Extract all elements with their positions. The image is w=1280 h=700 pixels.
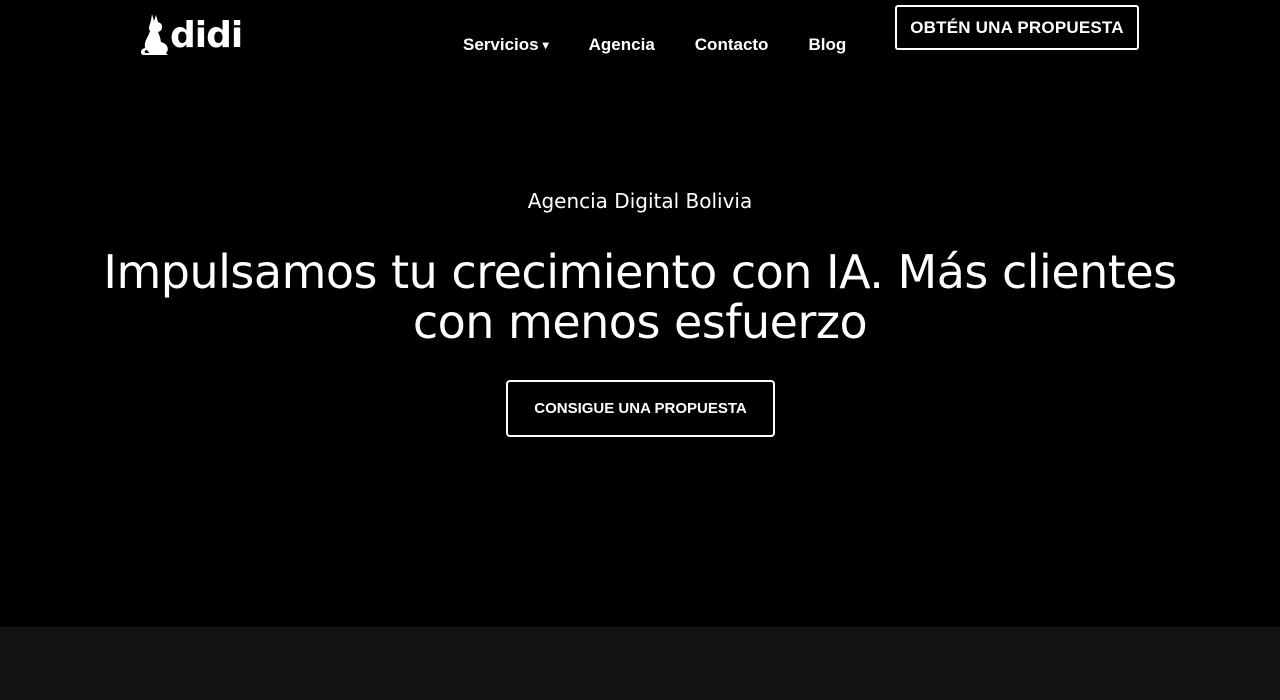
nav-item-servicios[interactable]: Servicios ▾ (463, 35, 549, 55)
nav-item-contacto[interactable]: Contacto (695, 35, 769, 55)
site-header: didi Servicios ▾ Agencia Contacto Blog O… (0, 0, 1280, 80)
nav-item-label: Contacto (694, 35, 769, 54)
hero-title: Impulsamos tu crecimiento con IA. Más cl… (103, 245, 1177, 349)
page: didi Servicios ▾ Agencia Contacto Blog O… (0, 0, 1280, 700)
next-section (0, 627, 1280, 700)
caret-down-icon: ▾ (542, 38, 549, 52)
hero-kicker: Agencia Digital Bolivia (527, 189, 753, 213)
get-proposal-button[interactable]: OBTÉN UNA PROPUESTA (895, 5, 1139, 50)
logo-text: didi (170, 15, 243, 56)
nav-item-blog[interactable]: Blog (808, 35, 846, 55)
nav-item-label: Servicios (463, 35, 539, 54)
hero-proposal-button[interactable]: CONSIGUE UNA PROPUESTA (506, 380, 775, 437)
nav-item-agencia[interactable]: Agencia (589, 35, 655, 55)
logo-link[interactable]: didi (138, 8, 243, 56)
dog-logo-icon (141, 14, 168, 55)
nav-item-label: Blog (808, 35, 847, 54)
nav-item-label: Agencia (588, 35, 655, 54)
main-nav: Servicios ▾ Agencia Contacto Blog (463, 33, 846, 57)
